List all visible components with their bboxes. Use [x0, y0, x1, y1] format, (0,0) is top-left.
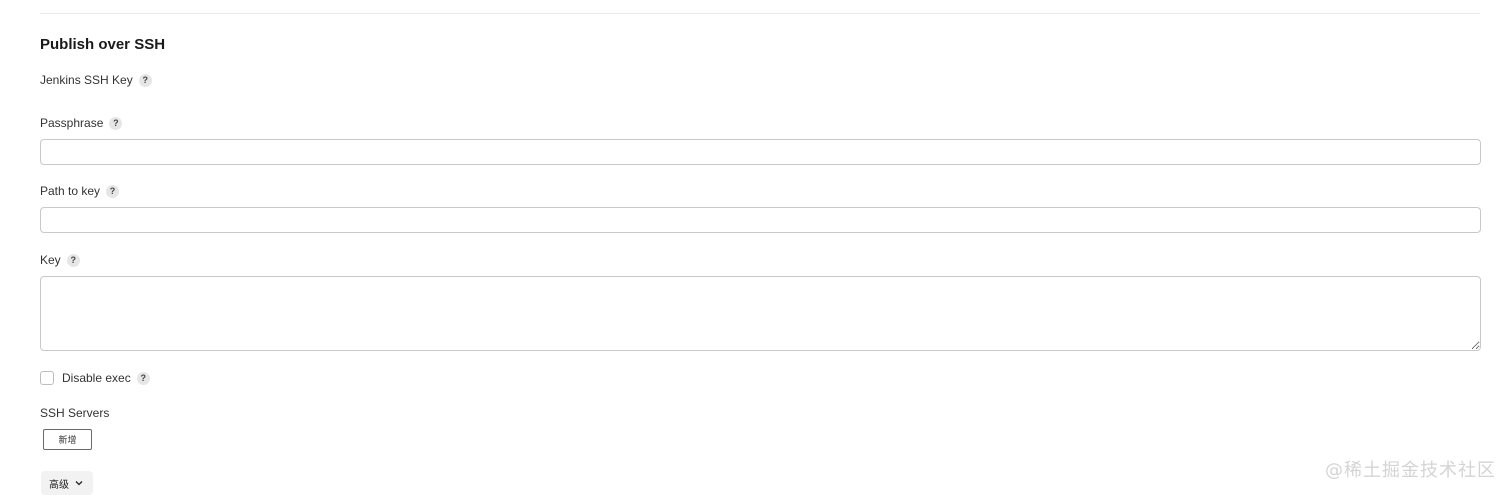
- advanced-label: 高级: [49, 479, 69, 491]
- chevron-down-icon: [75, 480, 83, 486]
- help-icon[interactable]: ?: [138, 73, 152, 87]
- jenkins-ssh-key-label: Jenkins SSH Key: [40, 73, 133, 87]
- path-to-key-input[interactable]: [40, 207, 1481, 233]
- jenkins-ssh-key-label-row: Jenkins SSH Key ?: [40, 73, 152, 87]
- section-title: Publish over SSH: [40, 36, 166, 53]
- key-label: Key: [40, 253, 61, 267]
- add-ssh-server-button[interactable]: 新增: [43, 429, 92, 450]
- key-textarea[interactable]: [40, 276, 1481, 351]
- passphrase-label: Passphrase: [40, 116, 104, 130]
- help-icon[interactable]: ?: [66, 253, 80, 267]
- disable-exec-checkbox[interactable]: [40, 371, 54, 385]
- help-icon[interactable]: ?: [106, 184, 120, 198]
- disable-exec-label[interactable]: Disable exec: [62, 371, 131, 385]
- passphrase-input[interactable]: [40, 139, 1481, 165]
- help-icon[interactable]: ?: [136, 371, 150, 385]
- section-divider: [40, 13, 1480, 14]
- advanced-button[interactable]: 高级: [41, 471, 93, 495]
- path-to-key-label: Path to key: [40, 184, 101, 198]
- ssh-servers-label-row: SSH Servers: [40, 406, 109, 420]
- watermark: @稀土掘金技术社区: [1325, 460, 1496, 481]
- ssh-servers-label: SSH Servers: [40, 406, 110, 420]
- disable-exec-row: Disable exec ?: [40, 371, 150, 385]
- path-to-key-label-row: Path to key ?: [40, 184, 120, 198]
- passphrase-label-row: Passphrase ?: [40, 116, 123, 130]
- key-label-row: Key ?: [40, 253, 80, 267]
- help-icon[interactable]: ?: [109, 116, 123, 130]
